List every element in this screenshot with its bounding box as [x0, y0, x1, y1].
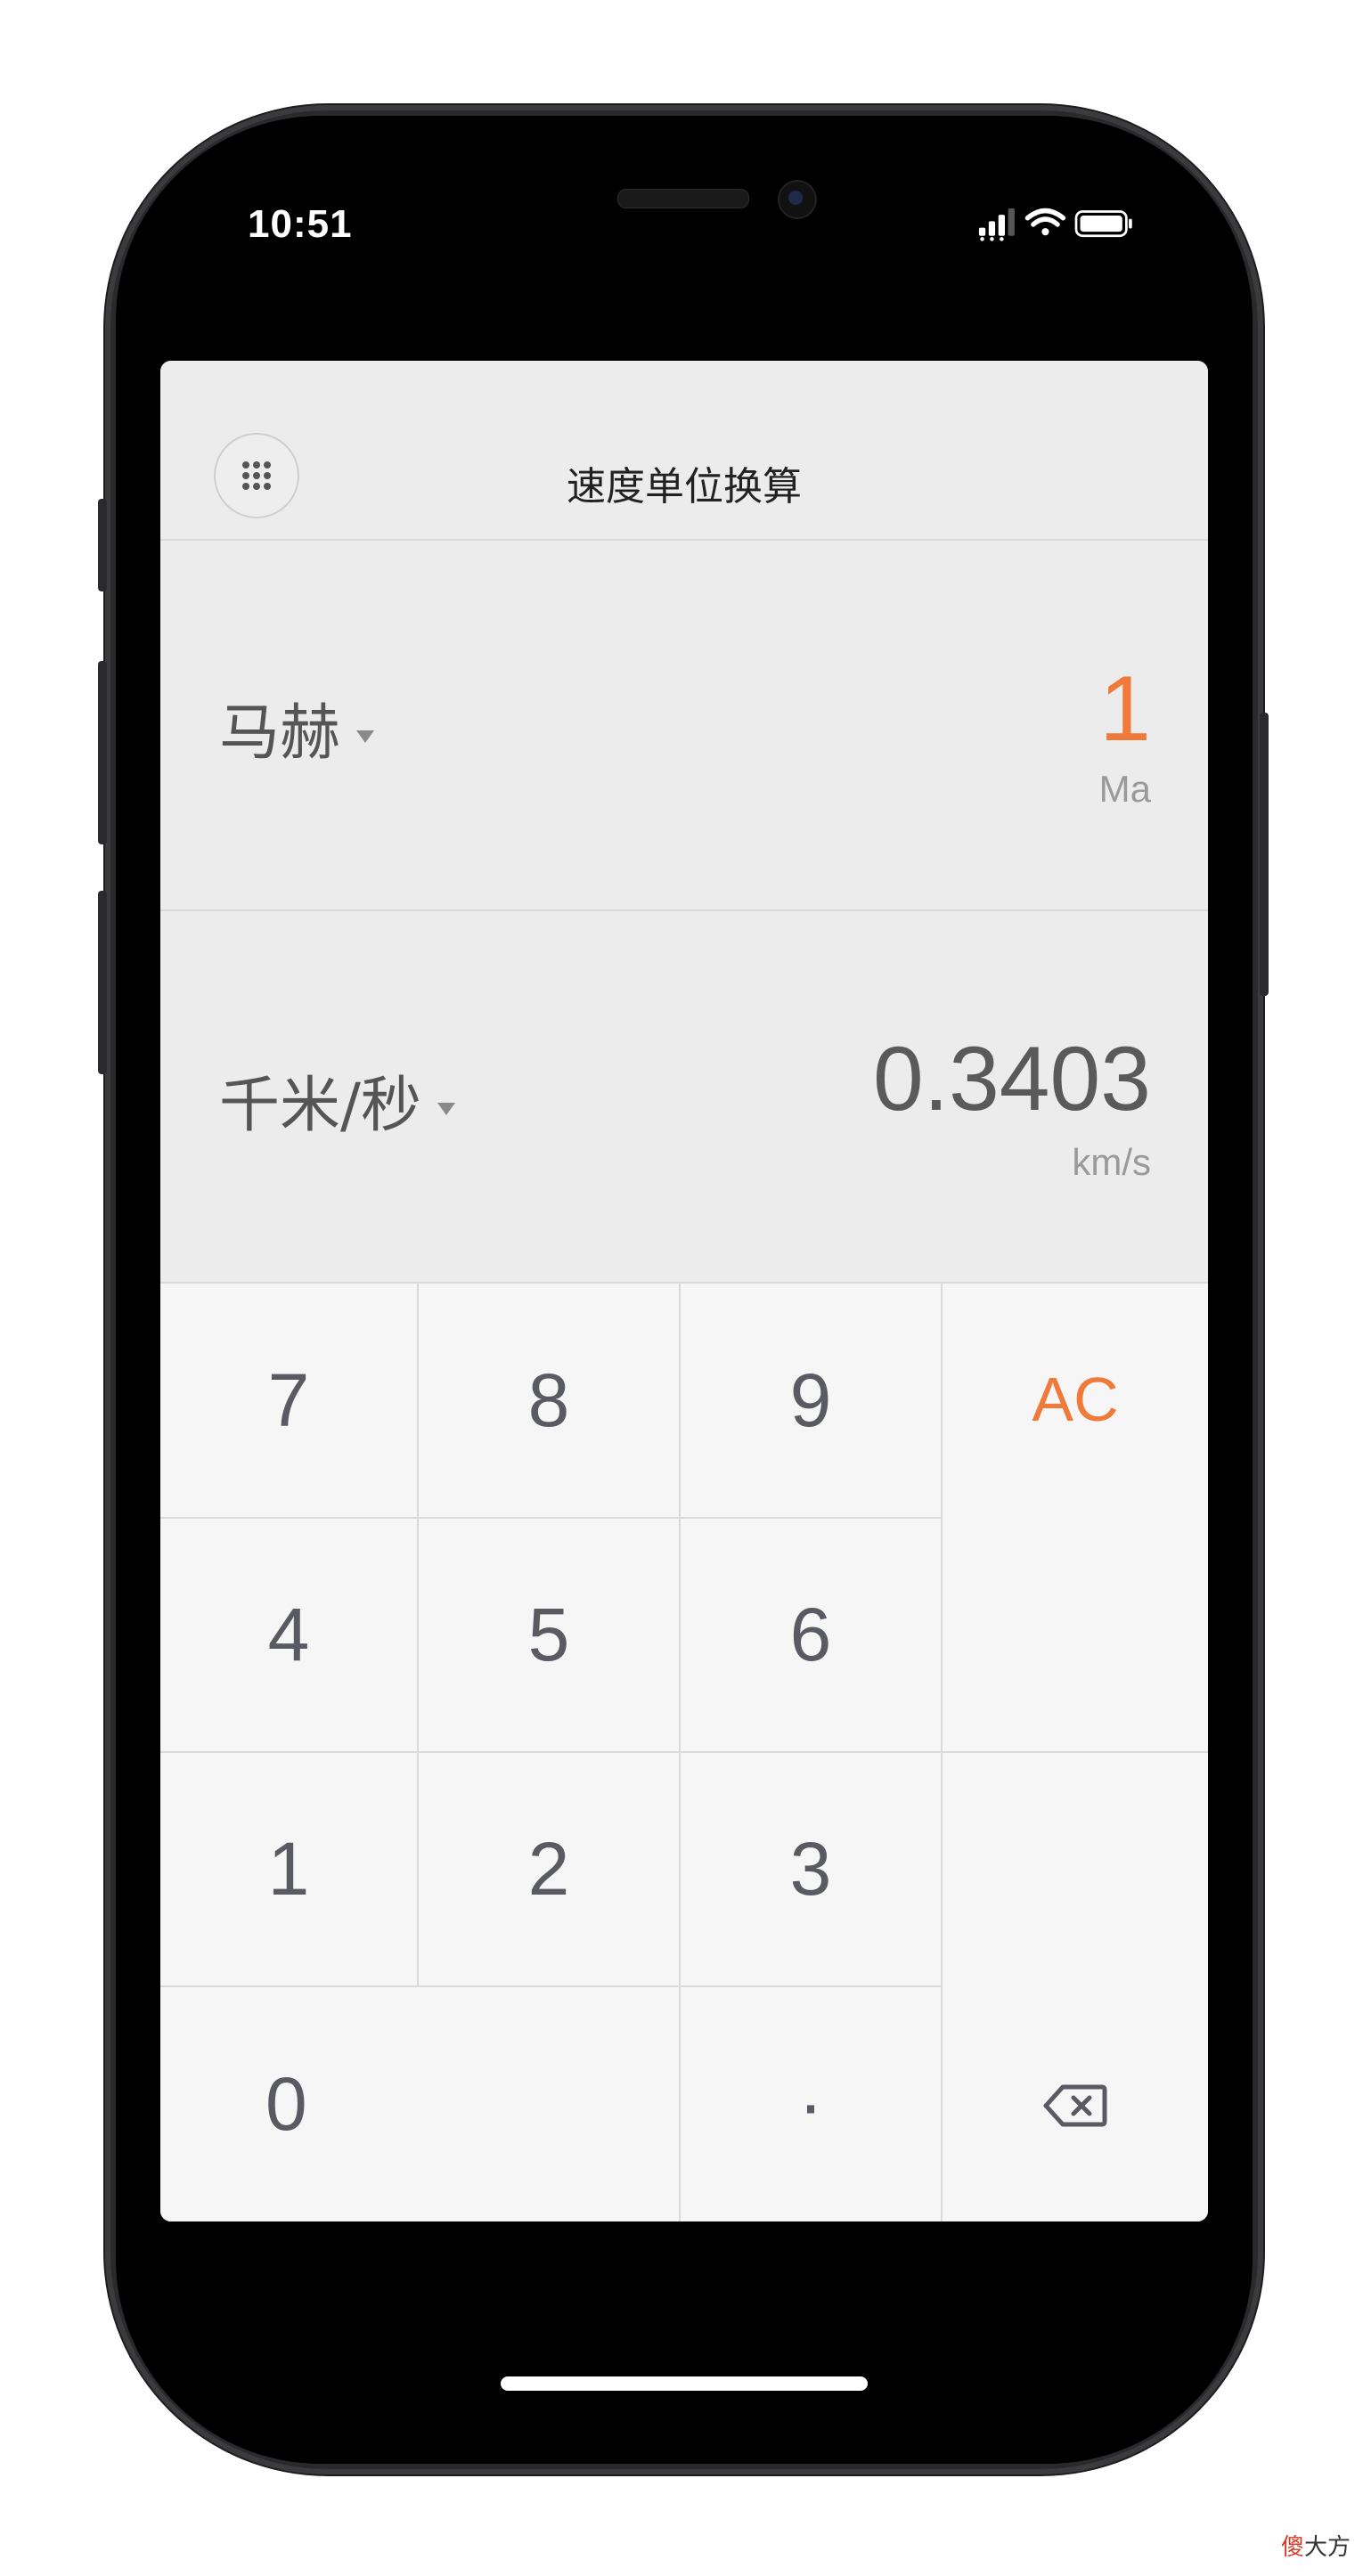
key-2[interactable]: 2 [419, 1753, 681, 1987]
front-camera [778, 180, 817, 219]
status-icons [978, 208, 1132, 241]
page-title: 速度单位换算 [567, 464, 802, 509]
key-0[interactable]: 0 [160, 1987, 681, 2221]
from-unit-selector[interactable]: 马赫 [219, 683, 375, 771]
from-value: 1 [1099, 657, 1151, 761]
battery-icon [1074, 210, 1132, 238]
wifi-icon [1024, 208, 1066, 236]
key-8[interactable]: 8 [419, 1284, 681, 1519]
key-3[interactable]: 3 [681, 1753, 943, 1987]
key-7[interactable]: 7 [160, 1284, 419, 1519]
menu-button[interactable] [214, 433, 299, 518]
cellular-signal-icon [978, 208, 1015, 241]
key-5[interactable]: 5 [419, 1519, 681, 1753]
to-unit-name: 千米/秒 [219, 1071, 421, 1141]
key-6[interactable]: 6 [681, 1519, 943, 1753]
app-header: 速度单位换算 [160, 361, 1208, 541]
from-unit-row[interactable]: 马赫 1 Ma [160, 541, 1208, 911]
watermark-first-char: 傻 [1280, 2534, 1304, 2561]
action-button [98, 499, 107, 591]
unit-converter-app: 速度单位换算 马赫 1 Ma 千米/秒 0.3403 km/s 7 8 9 AC… [160, 361, 1208, 2221]
phone-screen: 10:51 速度单位换算 马赫 1 Ma 千米/秒 0.3403 km/s 7 … [116, 116, 1253, 2464]
key-1[interactable]: 1 [160, 1753, 419, 1987]
earpiece-speaker [617, 189, 749, 208]
status-time: 10:51 [248, 202, 353, 246]
clear-button[interactable]: AC [943, 1284, 1208, 1753]
watermark-rest: 大方 [1303, 2534, 1351, 2561]
dropdown-caret-icon [437, 1103, 455, 1116]
keypad: 7 8 9 AC 4 5 6 1 2 3 0 · [160, 1284, 1208, 2221]
key-4[interactable]: 4 [160, 1519, 419, 1753]
backspace-button[interactable] [943, 1753, 1208, 2221]
volume-down-button [98, 891, 107, 1074]
key-9[interactable]: 9 [681, 1284, 943, 1519]
home-indicator[interactable] [501, 2376, 868, 2391]
to-value: 0.3403 [873, 1028, 1151, 1129]
to-unit-selector[interactable]: 千米/秒 [219, 1056, 455, 1144]
from-unit-name: 马赫 [219, 698, 341, 769]
to-unit-abbr: km/s [1072, 1141, 1151, 1183]
volume-up-button [98, 661, 107, 844]
decimal-point-key[interactable]: · [681, 1987, 943, 2221]
grid-dots-icon [242, 461, 271, 490]
power-button [1260, 713, 1269, 996]
backspace-icon [1043, 2084, 1107, 2127]
watermark: 傻大方 [1281, 2529, 1351, 2562]
dropdown-caret-icon [356, 730, 375, 744]
from-unit-abbr: Ma [1098, 768, 1151, 810]
to-unit-row[interactable]: 千米/秒 0.3403 km/s [160, 911, 1208, 1284]
